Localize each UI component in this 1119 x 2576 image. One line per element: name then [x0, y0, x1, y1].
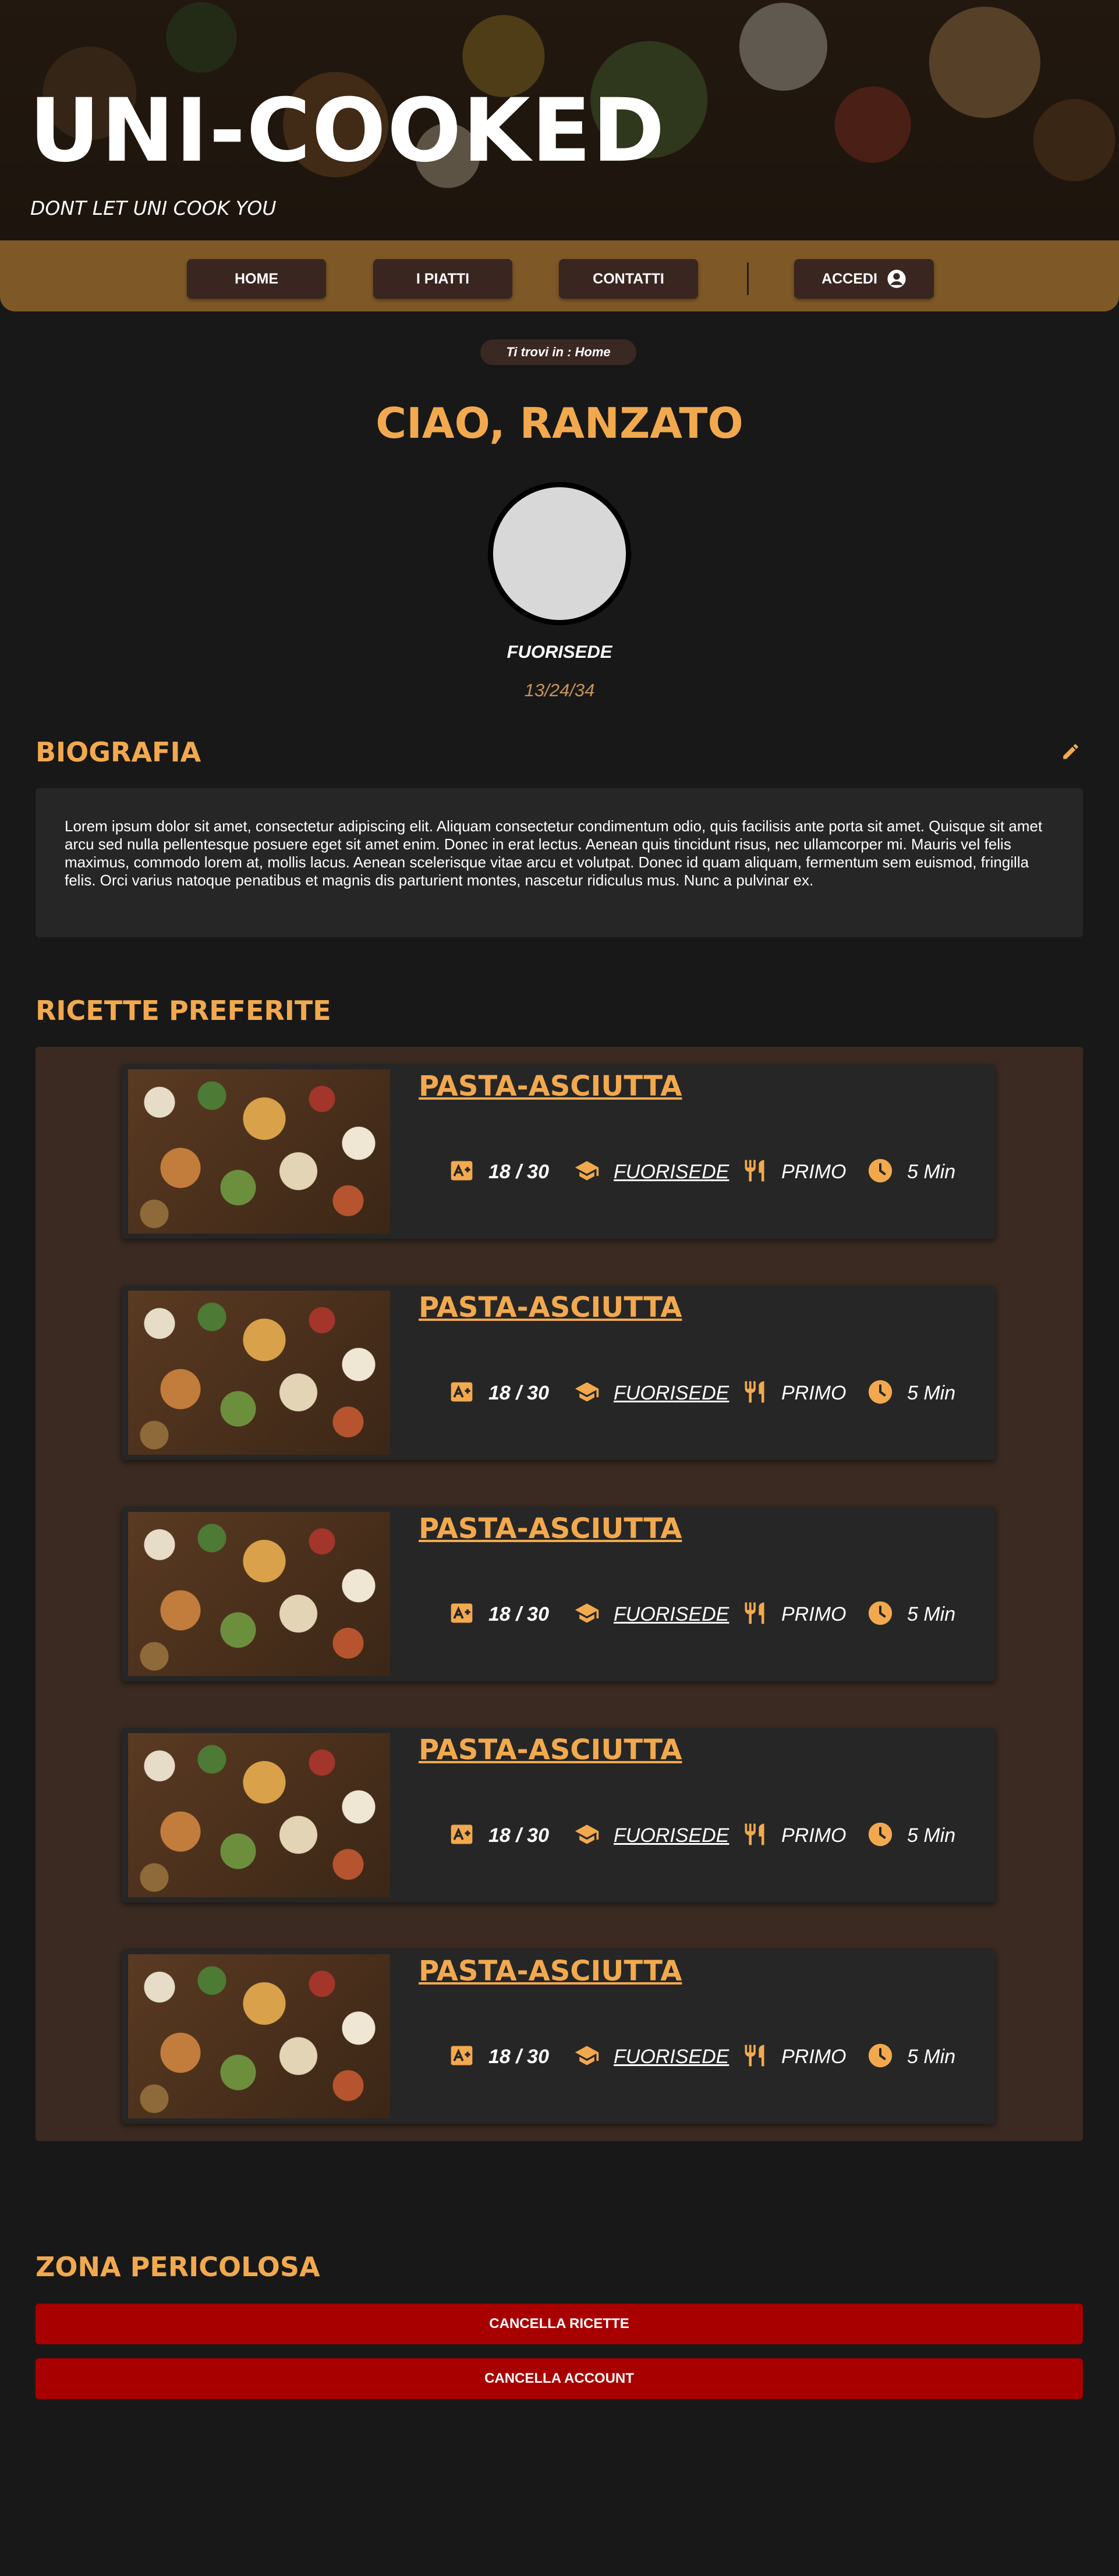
brand-tagline: DONT LET UNI COOK YOU — [30, 197, 277, 219]
recipe-card[interactable]: PASTA-ASCIUTTA 18 / 30 FUORISEDE PRIMO 5 Min — [122, 1507, 996, 1681]
delete-account-button[interactable]: CANCELLA ACCOUNT — [36, 2358, 1083, 2399]
favorites-section-title: RICETTE PREFERITE — [36, 995, 331, 1026]
recipe-grade: 18 / 30 — [488, 1160, 549, 1183]
recipe-author-link[interactable]: FUORISEDE — [614, 1382, 729, 1405]
clock-icon — [867, 1158, 893, 1186]
clock-icon — [867, 1822, 893, 1850]
recipe-card[interactable]: PASTA-ASCIUTTA 18 / 30 FUORISEDE PRIMO 5 Min — [122, 1728, 996, 1902]
user-type-label: FUORISEDE — [507, 642, 612, 662]
grade-icon — [449, 1822, 474, 1850]
graduation-cap-icon — [574, 1822, 600, 1850]
recipe-course: PRIMO — [781, 1160, 847, 1183]
recipe-time: 5 Min — [907, 1603, 956, 1625]
recipe-time: 5 Min — [907, 1824, 956, 1847]
grade-icon — [449, 2043, 474, 2071]
fork-knife-icon — [742, 1379, 767, 1408]
recipe-image[interactable] — [128, 1512, 390, 1676]
nav-divider — [747, 263, 749, 295]
recipe-time: 5 Min — [907, 2045, 956, 2068]
grade-icon — [449, 1158, 474, 1186]
graduation-cap-icon — [574, 1600, 600, 1629]
login-button-label: ACCEDI — [821, 270, 877, 287]
recipe-author-link[interactable]: FUORISEDE — [614, 1161, 729, 1184]
main-navbar: HOME I PIATTI CONTATTI ACCEDI — [0, 240, 1119, 311]
clock-icon — [867, 2043, 893, 2071]
user-date: 13/24/34 — [524, 680, 595, 700]
user-circle-icon — [887, 270, 906, 288]
recipe-grade: 18 / 30 — [488, 1603, 549, 1625]
recipe-title-link[interactable]: PASTA-ASCIUTTA — [419, 1291, 682, 1324]
recipe-title-link[interactable]: PASTA-ASCIUTTA — [419, 1512, 682, 1545]
clock-icon — [867, 1600, 893, 1629]
recipe-course: PRIMO — [781, 1603, 847, 1625]
graduation-cap-icon — [574, 1158, 600, 1186]
recipe-time: 5 Min — [907, 1160, 956, 1183]
recipe-time: 5 Min — [907, 1381, 956, 1404]
danger-section-title: ZONA PERICOLOSA — [36, 2251, 320, 2283]
grade-icon — [449, 1379, 474, 1408]
recipe-grade: 18 / 30 — [488, 1824, 549, 1847]
brand-title[interactable]: UNI-COOKED — [29, 82, 666, 180]
recipe-course: PRIMO — [781, 1824, 847, 1847]
recipe-grade: 18 / 30 — [488, 1381, 549, 1404]
recipe-image[interactable] — [128, 1954, 390, 2118]
recipe-grade: 18 / 30 — [488, 2045, 549, 2068]
clock-icon — [867, 1379, 893, 1408]
login-button[interactable]: ACCEDI — [794, 259, 934, 299]
site-header: UNI-COOKED DONT LET UNI COOK YOU HOME I … — [0, 0, 1119, 311]
recipe-card[interactable]: PASTA-ASCIUTTA 18 / 30 FUORISEDE PRIMO 5 Min — [122, 1949, 996, 2124]
recipe-title-link[interactable]: PASTA-ASCIUTTA — [419, 1734, 682, 1766]
fork-knife-icon — [742, 1600, 767, 1629]
recipe-author-link[interactable]: FUORISEDE — [614, 1824, 729, 1847]
pencil-icon[interactable] — [1061, 742, 1081, 761]
recipe-image[interactable] — [128, 1069, 390, 1234]
recipe-title-link[interactable]: PASTA-ASCIUTTA — [419, 1070, 682, 1103]
bio-text: Lorem ipsum dolor sit amet, consectetur … — [36, 788, 1083, 937]
delete-recipes-button[interactable]: CANCELLA RICETTE — [36, 2304, 1083, 2344]
recipe-image[interactable] — [128, 1733, 390, 1897]
nav-home-button[interactable]: HOME — [187, 259, 326, 299]
recipe-author-link[interactable]: FUORISEDE — [614, 2046, 729, 2068]
grade-icon — [449, 1600, 474, 1629]
recipe-course: PRIMO — [781, 1381, 847, 1404]
graduation-cap-icon — [574, 2043, 600, 2071]
recipe-card[interactable]: PASTA-ASCIUTTA 18 / 30 FUORISEDE PRIMO 5 Min — [122, 1285, 996, 1460]
fork-knife-icon — [742, 1822, 767, 1850]
avatar[interactable] — [488, 482, 631, 625]
recipe-course: PRIMO — [781, 2045, 847, 2068]
nav-piatti-button[interactable]: I PIATTI — [373, 259, 512, 299]
fork-knife-icon — [742, 2043, 767, 2071]
bio-section-title: BIOGRAFIA — [36, 736, 201, 768]
page-title: CIAO, RANZATO — [376, 399, 743, 448]
fork-knife-icon — [742, 1158, 767, 1186]
recipe-image[interactable] — [128, 1291, 390, 1455]
recipe-card[interactable]: PASTA-ASCIUTTA 18 / 30 FUORISEDE PRIMO 5 Min — [122, 1064, 996, 1239]
nav-contatti-button[interactable]: CONTATTI — [559, 259, 698, 299]
recipe-author-link[interactable]: FUORISEDE — [614, 1603, 729, 1626]
breadcrumb: Ti trovi in : Home — [480, 339, 636, 365]
recipe-title-link[interactable]: PASTA-ASCIUTTA — [419, 1955, 682, 1987]
graduation-cap-icon — [574, 1379, 600, 1408]
